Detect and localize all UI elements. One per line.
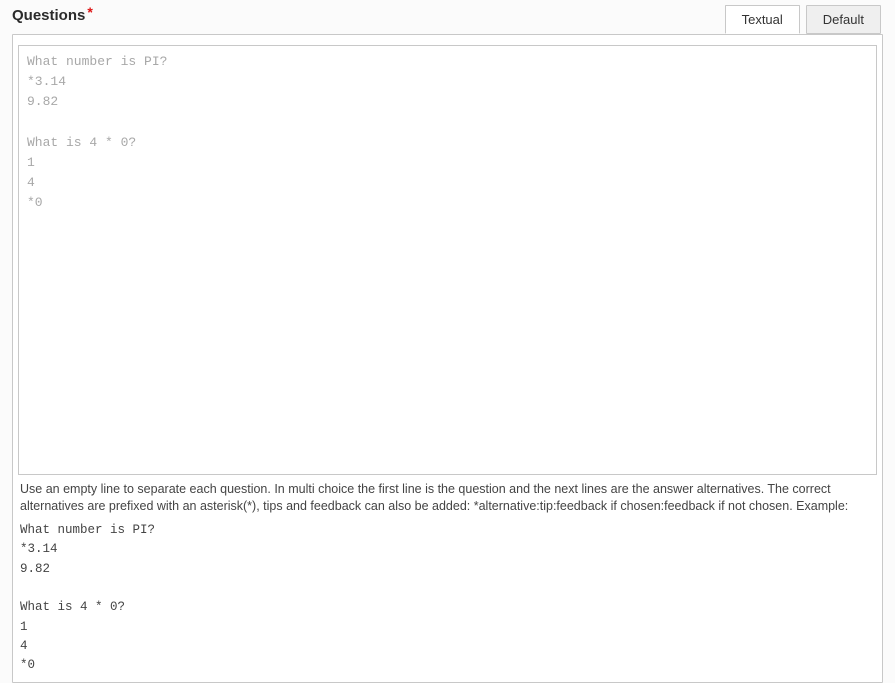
section-title-text: Questions bbox=[12, 7, 85, 24]
help-intro-text: Use an empty line to separate each quest… bbox=[20, 481, 875, 515]
section-title: Questions* bbox=[12, 7, 93, 24]
tab-textual[interactable]: Textual bbox=[725, 5, 800, 34]
questions-section: Questions* Textual Default Use an empty … bbox=[0, 0, 895, 683]
questions-panel: Use an empty line to separate each quest… bbox=[12, 34, 883, 683]
view-tabs: Textual Default bbox=[725, 5, 881, 34]
questions-textarea[interactable] bbox=[18, 45, 877, 475]
required-asterisk: * bbox=[87, 4, 92, 20]
section-header: Questions* Textual Default bbox=[6, 5, 889, 35]
help-example-text: What number is PI? *3.14 9.82 What is 4 … bbox=[20, 521, 875, 676]
help-block: Use an empty line to separate each quest… bbox=[18, 475, 877, 676]
tab-default[interactable]: Default bbox=[806, 5, 881, 34]
